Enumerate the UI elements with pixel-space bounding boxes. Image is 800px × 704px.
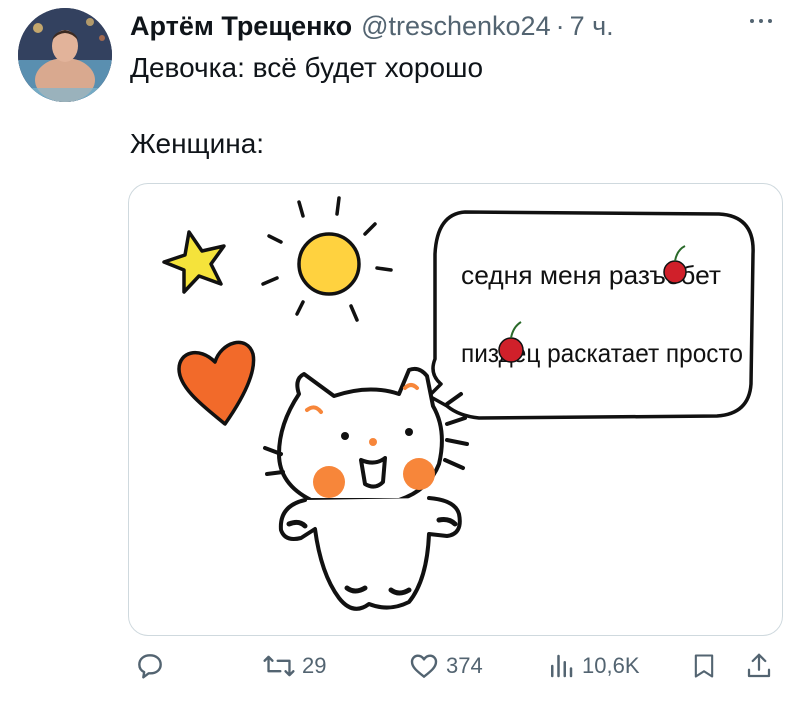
views-button[interactable]: 10,6K bbox=[546, 650, 640, 682]
bookmark-button[interactable] bbox=[690, 650, 718, 682]
separator-dot: · bbox=[555, 10, 565, 41]
tweet-text-line: Девочка: всё будет хорошо bbox=[130, 52, 484, 83]
star-drawing bbox=[162, 230, 226, 294]
heart-drawing bbox=[177, 340, 256, 426]
timestamp[interactable]: 7 ч. bbox=[570, 11, 614, 42]
tweet-text: Девочка: всё будет хорошо Женщина: bbox=[130, 48, 483, 164]
reply-icon bbox=[138, 654, 162, 679]
heart-icon bbox=[410, 654, 438, 678]
share-icon bbox=[747, 653, 771, 678]
tweet-header: Артём Трещенко @treschenko24 · 7 ч. bbox=[130, 6, 614, 46]
author-name[interactable]: Артём Трещенко bbox=[130, 11, 352, 42]
more-options-icon[interactable] bbox=[744, 6, 778, 36]
share-button[interactable] bbox=[744, 650, 774, 682]
bar-chart-icon bbox=[551, 654, 573, 678]
reply-button[interactable] bbox=[134, 650, 166, 682]
author-handle[interactable]: @treschenko24 bbox=[361, 11, 551, 42]
bookmark-icon bbox=[694, 654, 714, 678]
tweet-actions: 29 374 10,6K bbox=[0, 636, 800, 700]
like-count: 374 bbox=[446, 653, 483, 678]
retweet-button[interactable]: 29 bbox=[262, 650, 326, 682]
retweet-count: 29 bbox=[302, 653, 327, 678]
speech-bubble: седня меня разъебет пиздец раскатает про… bbox=[427, 210, 755, 420]
tweet-text-line: Женщина: bbox=[130, 128, 265, 159]
views-count: 10,6K bbox=[582, 653, 640, 678]
sun-drawing bbox=[261, 196, 393, 322]
cat-drawing bbox=[263, 366, 469, 611]
tweet-media[interactable]: седня меня разъебет пиздец раскатает про… bbox=[128, 183, 783, 636]
like-button[interactable]: 374 bbox=[408, 650, 483, 682]
avatar[interactable] bbox=[18, 8, 112, 102]
retweet-icon bbox=[263, 655, 295, 677]
